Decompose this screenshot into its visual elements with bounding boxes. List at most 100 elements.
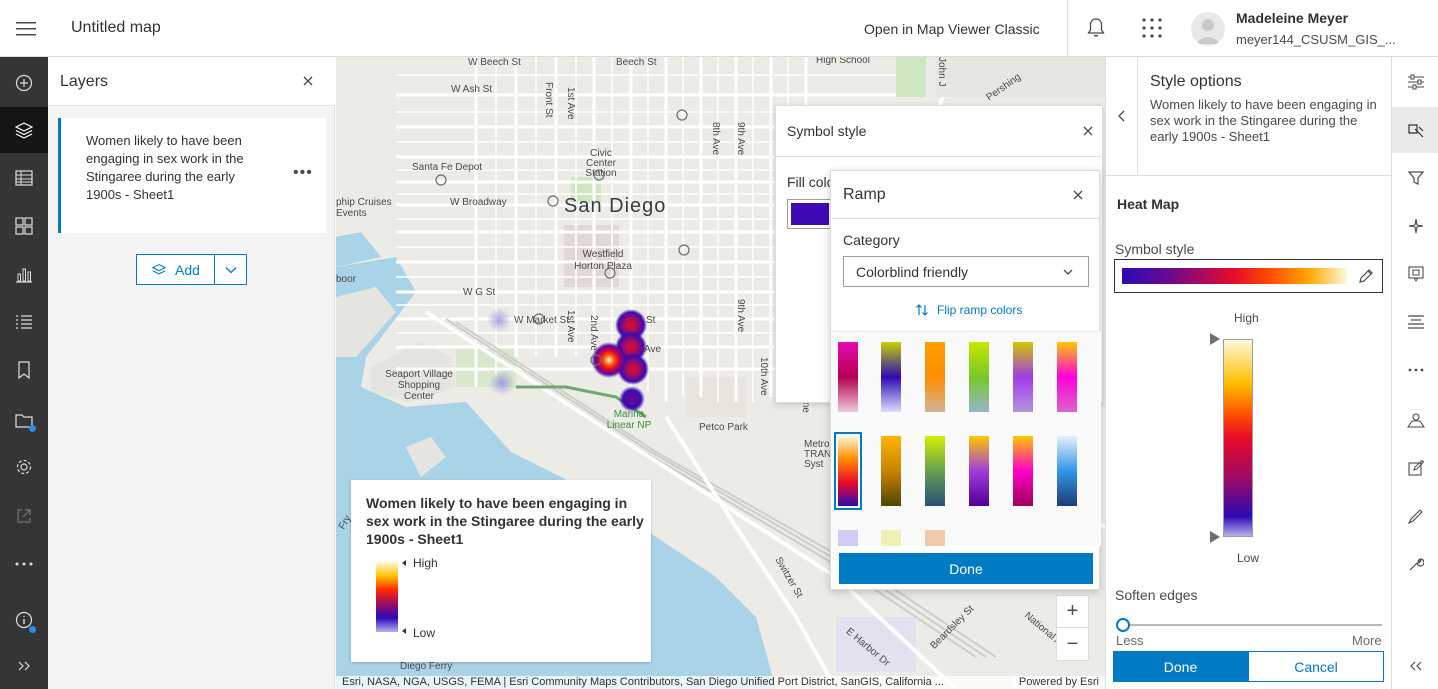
legend-marker: [402, 628, 406, 634]
layer-item[interactable]: Women likely to have been engaging in se…: [58, 118, 326, 233]
map-label-street: 10th Ave: [758, 357, 769, 396]
expand-toolbar-icon[interactable]: [0, 643, 48, 689]
ramp-option[interactable]: [1057, 436, 1077, 506]
slider-less-label: Less: [1116, 633, 1144, 648]
more-options-icon[interactable]: [1392, 347, 1438, 393]
app-launcher-icon[interactable]: [1140, 16, 1164, 40]
effects-sparkle-icon[interactable]: [1392, 203, 1438, 249]
ramp-picker-panel: Ramp Category Colorblind friendly Flip r…: [830, 170, 1101, 590]
widgets-icon[interactable]: [0, 203, 48, 249]
layers-icon: [151, 263, 167, 274]
styles-icon[interactable]: [1392, 107, 1438, 153]
style-options-layer-name: Women likely to have been engaging in se…: [1150, 97, 1377, 144]
map-label-poi: Seaport Village Shopping Center: [385, 369, 453, 402]
ramp-high-handle[interactable]: [1210, 333, 1220, 345]
ramp-low-label: Low: [1237, 551, 1260, 565]
layer-options-icon[interactable]: •••: [293, 164, 313, 182]
category-select[interactable]: Colorblind friendly: [843, 256, 1089, 287]
add-layer-icon[interactable]: [0, 60, 48, 106]
map-properties-icon[interactable]: [1392, 397, 1438, 443]
app-header: Untitled map Open in Map Viewer Classic …: [0, 0, 1438, 57]
layers-panel-title: Layers: [60, 73, 109, 90]
collapse-panel-icon[interactable]: [1392, 643, 1438, 689]
close-icon[interactable]: [1071, 188, 1085, 202]
bookmarks-icon[interactable]: [0, 347, 48, 393]
menu-icon[interactable]: [0, 0, 52, 57]
soften-edges-slider-handle[interactable]: [1116, 618, 1130, 632]
map-label-poi: boor: [336, 274, 357, 285]
zoom-in-button[interactable]: +: [1057, 596, 1088, 628]
add-layer-button[interactable]: Add: [136, 254, 215, 285]
map-label-street: St: [646, 315, 656, 326]
sketch-icon[interactable]: [1392, 493, 1438, 539]
labels-icon[interactable]: [1392, 299, 1438, 345]
style-options-panel: Style options Women likely to have been …: [1105, 57, 1392, 689]
add-dropdown-button[interactable]: [214, 254, 247, 285]
ramp-option[interactable]: [838, 342, 858, 412]
user-id[interactable]: meyer144_CSUSM_GIS_...: [1236, 32, 1396, 47]
ramp-option[interactable]: [1013, 436, 1033, 506]
divider: [776, 156, 1104, 157]
ramp-option[interactable]: [925, 530, 945, 546]
user-name[interactable]: Madeleine Meyer: [1236, 10, 1348, 26]
zoom-out-button[interactable]: −: [1057, 628, 1088, 660]
map-label-street: Ave: [644, 344, 662, 355]
style-done-button[interactable]: Done: [1113, 651, 1248, 682]
more-tools-icon[interactable]: [0, 541, 48, 587]
close-icon[interactable]: [1081, 124, 1095, 138]
flip-ramp-colors-button[interactable]: Flip ramp colors: [915, 303, 1022, 317]
symbol-style-label: Symbol style: [1115, 241, 1195, 257]
wrench-icon[interactable]: [1392, 541, 1438, 587]
settings-gear-icon[interactable]: [0, 444, 48, 490]
header-divider: [1067, 0, 1068, 57]
style-cancel-button[interactable]: Cancel: [1248, 651, 1384, 682]
table-icon[interactable]: [0, 155, 48, 201]
ramp-option[interactable]: [969, 436, 989, 506]
ramp-option[interactable]: [925, 342, 945, 412]
category-value: Colorblind friendly: [856, 264, 969, 280]
notifications-bell-icon[interactable]: [1084, 16, 1108, 40]
share-icon[interactable]: [0, 493, 48, 539]
symbol-style-ramp-button[interactable]: [1114, 259, 1383, 293]
powered-by-esri[interactable]: Powered by Esri: [1012, 676, 1099, 688]
heat-ramp-slider[interactable]: [1223, 339, 1253, 537]
map-label-street: 8th Ave: [710, 122, 721, 156]
fill-color-swatch[interactable]: [787, 199, 833, 229]
save-map-icon[interactable]: [0, 397, 48, 443]
ramp-low-handle[interactable]: [1210, 531, 1220, 543]
ramp-option[interactable]: [1057, 342, 1077, 412]
style-options-title: Style options: [1150, 73, 1242, 90]
close-icon[interactable]: [300, 73, 316, 89]
filter-icon[interactable]: [1392, 155, 1438, 201]
soften-edges-slider[interactable]: [1120, 624, 1382, 626]
ramp-done-button[interactable]: Done: [839, 553, 1093, 584]
charts-icon[interactable]: [0, 251, 48, 297]
ramp-option[interactable]: [881, 436, 901, 506]
map-label-street: Front St: [543, 82, 554, 118]
notification-dot: [29, 425, 36, 432]
map-label-poi: Marina Linear NP: [606, 409, 652, 431]
map-title[interactable]: Untitled map: [71, 19, 161, 37]
ramp-option[interactable]: [881, 342, 901, 412]
legend-title: Women likely to have been engaging in se…: [366, 495, 644, 547]
ramp-option[interactable]: [881, 530, 901, 546]
map-label-poi: Petco Park: [699, 422, 748, 433]
map-label-street: W Broadway: [450, 197, 507, 208]
ramp-option[interactable]: [969, 342, 989, 412]
popups-icon[interactable]: [1392, 251, 1438, 297]
layers-panel-header: Layers: [48, 57, 335, 106]
edit-icon[interactable]: [1392, 445, 1438, 491]
slider-more-label: More: [1352, 633, 1382, 648]
back-button[interactable]: [1106, 57, 1138, 175]
ramp-option[interactable]: [1013, 342, 1033, 412]
ramp-option[interactable]: [838, 530, 858, 546]
legend-icon[interactable]: [0, 299, 48, 345]
layers-icon[interactable]: [0, 107, 48, 153]
properties-sliders-icon[interactable]: [1392, 59, 1438, 105]
ramp-option[interactable]: [925, 436, 945, 506]
ramp-option-selected[interactable]: [834, 432, 862, 510]
open-classic-link[interactable]: Open in Map Viewer Classic: [864, 21, 1040, 37]
user-avatar[interactable]: [1191, 12, 1225, 46]
info-icon[interactable]: [0, 597, 48, 643]
map-label-city: San Diego: [564, 195, 667, 217]
